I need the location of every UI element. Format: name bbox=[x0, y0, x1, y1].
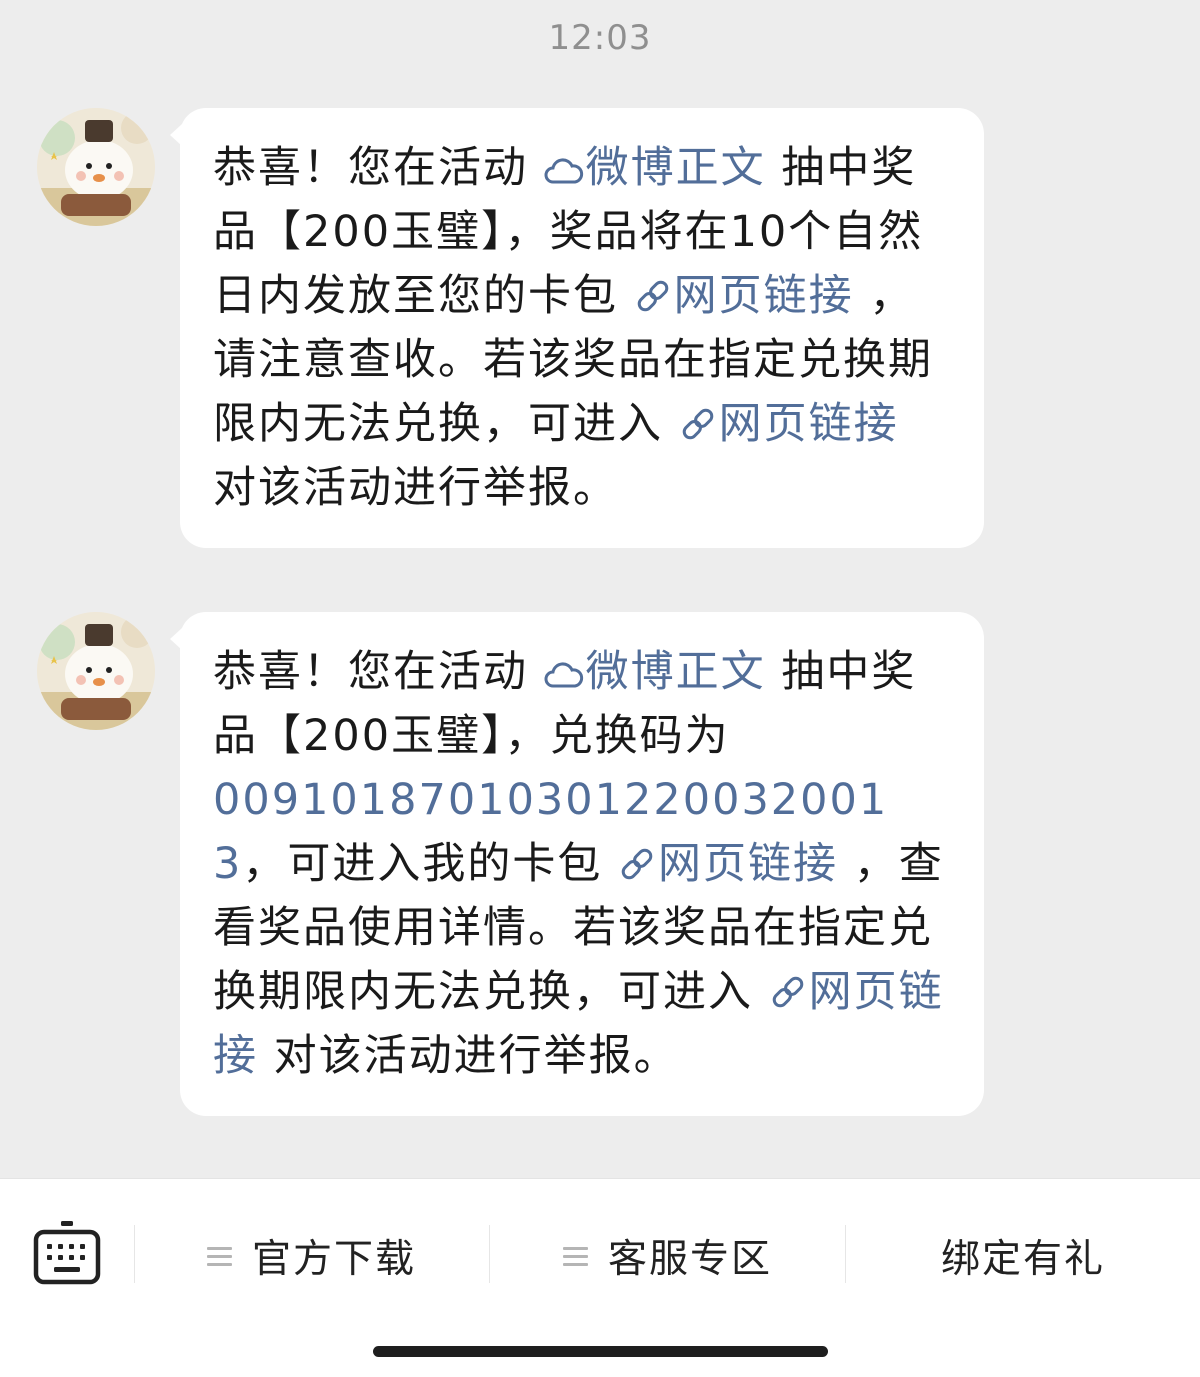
menu-item-label: 客服专区 bbox=[607, 1237, 772, 1282]
message-text: 恭喜！您在活动 bbox=[213, 647, 544, 697]
message-bubble: 恭喜！您在活动 微博正文 抽中奖品【200玉璧】，奖品将在10个自然日内发放至您… bbox=[170, 108, 984, 548]
link-chain-icon bbox=[772, 976, 803, 1008]
link-label: 微博正文 bbox=[585, 143, 766, 193]
sender-avatar[interactable] bbox=[37, 612, 155, 730]
message-text: 恭喜！您在活动 bbox=[213, 143, 544, 193]
weibo-cloud-icon bbox=[544, 662, 583, 688]
link-chain-icon bbox=[637, 280, 668, 312]
link-chain-icon bbox=[621, 848, 653, 880]
web-page-link[interactable]: 网页链接 bbox=[618, 839, 838, 889]
message-bubble: 恭喜！您在活动 微博正文 抽中奖品【200玉璧】，兑换码为00910187010… bbox=[170, 612, 984, 1116]
message-text: 对该活动进行举报。 bbox=[258, 1031, 679, 1081]
avatar-image bbox=[37, 612, 155, 730]
message-text: 对该活动进行举报。 bbox=[213, 463, 618, 513]
weibo-cloud-icon bbox=[544, 158, 583, 184]
web-page-link[interactable]: 网页链接 bbox=[679, 399, 899, 449]
hamburger-icon bbox=[206, 1242, 232, 1271]
message-timestamp: 12:03 bbox=[548, 18, 652, 58]
link-label: 网页链接 bbox=[718, 399, 899, 449]
link-chain-icon bbox=[682, 408, 713, 440]
link-label: 网页链接 bbox=[658, 839, 839, 889]
link-label: 网页链接 bbox=[673, 271, 854, 321]
weibo-post-link[interactable]: 微博正文 bbox=[544, 647, 766, 697]
sender-avatar[interactable] bbox=[37, 108, 155, 226]
menu-customer-service[interactable]: 客服专区 bbox=[490, 1223, 845, 1289]
weibo-post-link[interactable]: 微博正文 bbox=[544, 143, 766, 193]
home-indicator[interactable] bbox=[373, 1346, 828, 1357]
keyboard-toggle-button[interactable] bbox=[32, 1219, 102, 1291]
keyboard-icon bbox=[33, 1221, 101, 1285]
menu-item-label: 官方下载 bbox=[251, 1237, 416, 1282]
message-text: ，可进入我的卡包 bbox=[242, 839, 619, 889]
hamburger-icon bbox=[562, 1242, 588, 1271]
link-label: 微博正文 bbox=[585, 647, 766, 697]
menu-item-label: 绑定有礼 bbox=[940, 1237, 1105, 1282]
web-page-link[interactable]: 网页链接 bbox=[634, 271, 854, 321]
menu-official-download[interactable]: 官方下载 bbox=[134, 1223, 489, 1289]
avatar-image bbox=[37, 108, 155, 226]
menu-bind-gift[interactable]: 绑定有礼 bbox=[846, 1223, 1200, 1289]
